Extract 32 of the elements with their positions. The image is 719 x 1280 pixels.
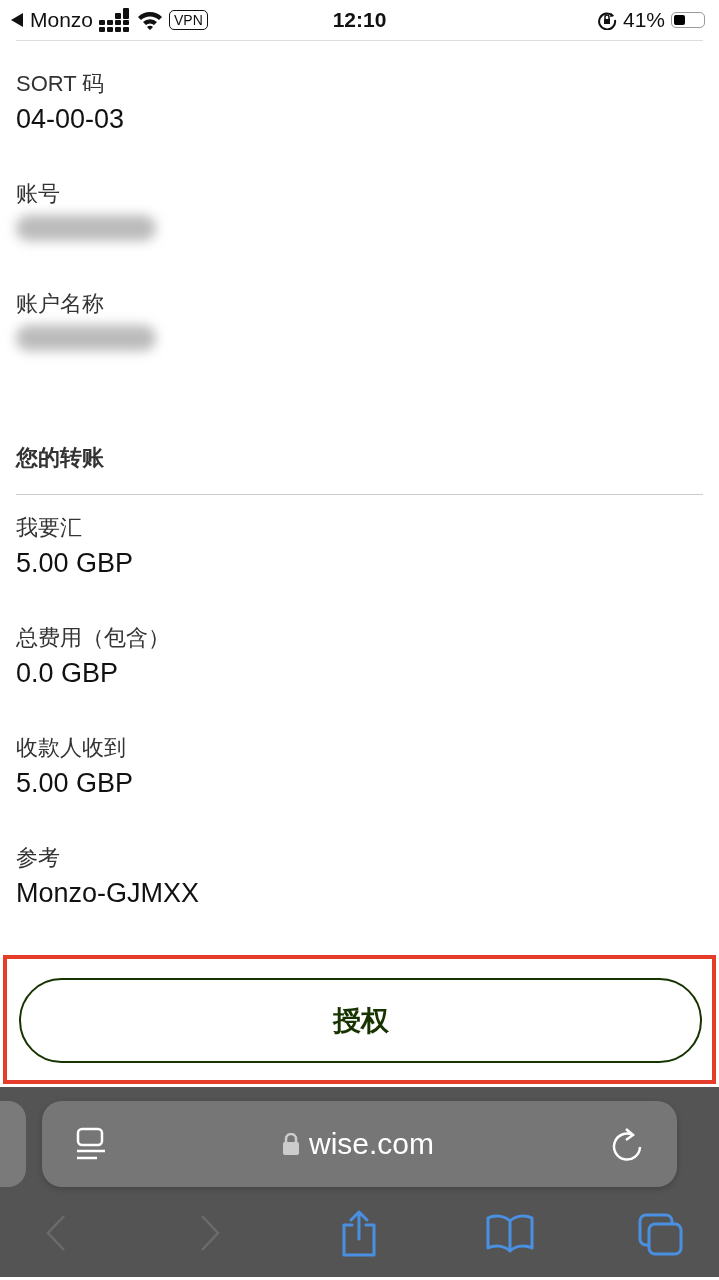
field-label: SORT 码: [16, 70, 105, 98]
field-value: Monzo-GJMXX: [16, 877, 200, 910]
field-label: 总费用（包含）: [16, 624, 170, 652]
field-label: 收款人收到: [16, 734, 126, 762]
back-arrow-icon[interactable]: [10, 12, 24, 28]
field-label: 参考: [16, 844, 60, 872]
authorize-button[interactable]: 授权: [19, 978, 702, 1063]
reader-icon[interactable]: [76, 1127, 106, 1161]
vpn-badge: VPN: [169, 10, 208, 30]
field-label: 账号: [16, 180, 60, 208]
lock-icon: [283, 1133, 299, 1155]
bookmarks-icon[interactable]: [486, 1213, 534, 1253]
wifi-icon: [137, 10, 164, 30]
battery-icon: [671, 12, 705, 28]
battery-percent: 41%: [622, 8, 665, 32]
tabs-icon[interactable]: [638, 1213, 684, 1257]
url-text: wise.com: [309, 1127, 434, 1161]
back-icon[interactable]: [44, 1213, 68, 1253]
rotation-lock-icon: [596, 10, 617, 30]
field-value: 04-00-03: [16, 103, 125, 136]
section-title: 您的转账: [16, 445, 104, 470]
clock-time: 12:10: [332, 8, 387, 32]
address-bar[interactable]: wise.com: [42, 1101, 677, 1187]
signal-icon: [99, 8, 132, 32]
field-label: 我要汇: [16, 514, 82, 542]
field-value: 5.00 GBP: [16, 767, 134, 800]
field-label: 账户名称: [16, 290, 104, 318]
field-value: 5.00 GBP: [16, 547, 134, 580]
back-app-link[interactable]: Monzo: [30, 8, 94, 32]
reload-icon[interactable]: [611, 1127, 643, 1161]
share-icon[interactable]: [340, 1209, 378, 1257]
field-value: 0.0 GBP: [16, 657, 119, 690]
